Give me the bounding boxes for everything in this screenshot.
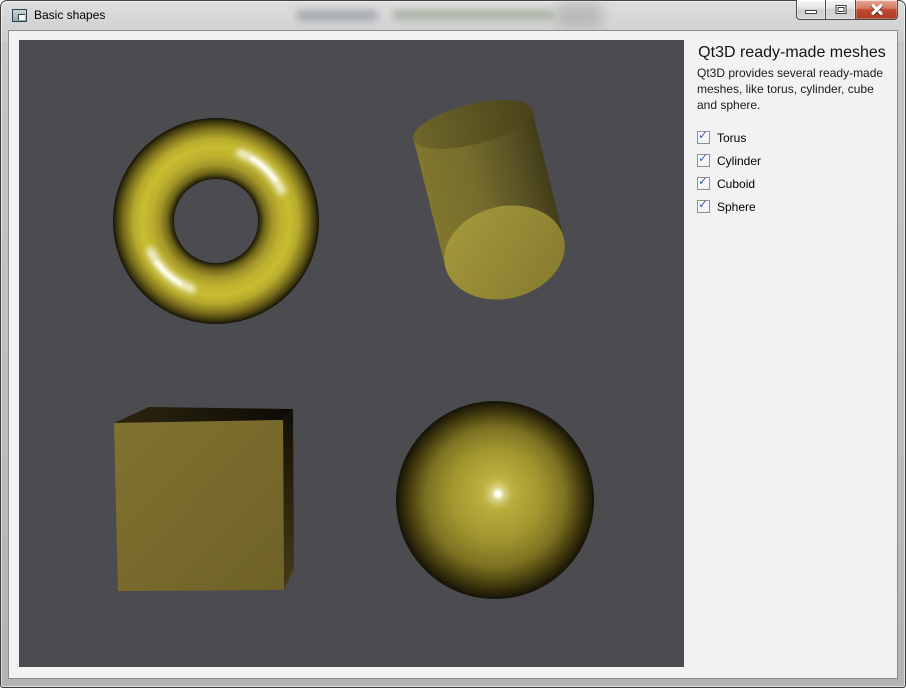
minimize-button[interactable] xyxy=(796,0,826,20)
checkbox-sphere[interactable]: ✓ Sphere xyxy=(697,195,887,218)
client-area: Qt3D ready-made meshes Qt3D provides sev… xyxy=(8,30,898,679)
cuboid-mesh xyxy=(114,407,294,591)
check-icon: ✓ xyxy=(698,175,708,188)
checkbox-label: Cylinder xyxy=(717,154,761,168)
cylinder-mesh xyxy=(409,90,575,312)
torus-mesh xyxy=(113,118,319,324)
mesh-checkbox-list: ✓ Torus ✓ Cylinder ✓ Cuboid ✓ Sphere xyxy=(697,126,887,218)
window-title: Basic shapes xyxy=(34,8,105,22)
panel-heading: Qt3D ready-made meshes xyxy=(697,44,887,62)
checkbox-box[interactable]: ✓ xyxy=(697,177,710,190)
3d-viewport[interactable] xyxy=(19,40,684,667)
check-icon: ✓ xyxy=(698,129,708,142)
app-window: Basic shapes xyxy=(0,0,906,688)
titlebar[interactable]: Basic shapes xyxy=(0,0,906,30)
check-icon: ✓ xyxy=(698,198,708,211)
checkbox-cuboid[interactable]: ✓ Cuboid xyxy=(697,172,887,195)
checkbox-label: Torus xyxy=(717,131,746,145)
3d-scene xyxy=(19,40,684,667)
side-panel: Qt3D ready-made meshes Qt3D provides sev… xyxy=(685,31,897,678)
checkbox-box[interactable]: ✓ xyxy=(697,131,710,144)
window-controls xyxy=(796,0,898,20)
close-button[interactable] xyxy=(856,0,898,20)
checkbox-cylinder[interactable]: ✓ Cylinder xyxy=(697,149,887,172)
checkbox-torus[interactable]: ✓ Torus xyxy=(697,126,887,149)
maximize-button[interactable] xyxy=(826,0,856,20)
check-icon: ✓ xyxy=(698,152,708,165)
checkbox-box[interactable]: ✓ xyxy=(697,200,710,213)
window-app-icon xyxy=(12,9,27,22)
checkbox-box[interactable]: ✓ xyxy=(697,154,710,167)
minimize-icon xyxy=(805,10,817,14)
glass-reflection xyxy=(556,2,602,28)
close-icon xyxy=(856,0,897,19)
maximize-icon xyxy=(835,5,846,14)
glass-reflection xyxy=(392,10,554,20)
panel-description: Qt3D provides several ready-made meshes,… xyxy=(697,65,887,113)
glass-reflection xyxy=(296,10,378,21)
checkbox-label: Cuboid xyxy=(717,177,755,191)
checkbox-label: Sphere xyxy=(717,200,756,214)
sphere-mesh xyxy=(396,401,594,599)
